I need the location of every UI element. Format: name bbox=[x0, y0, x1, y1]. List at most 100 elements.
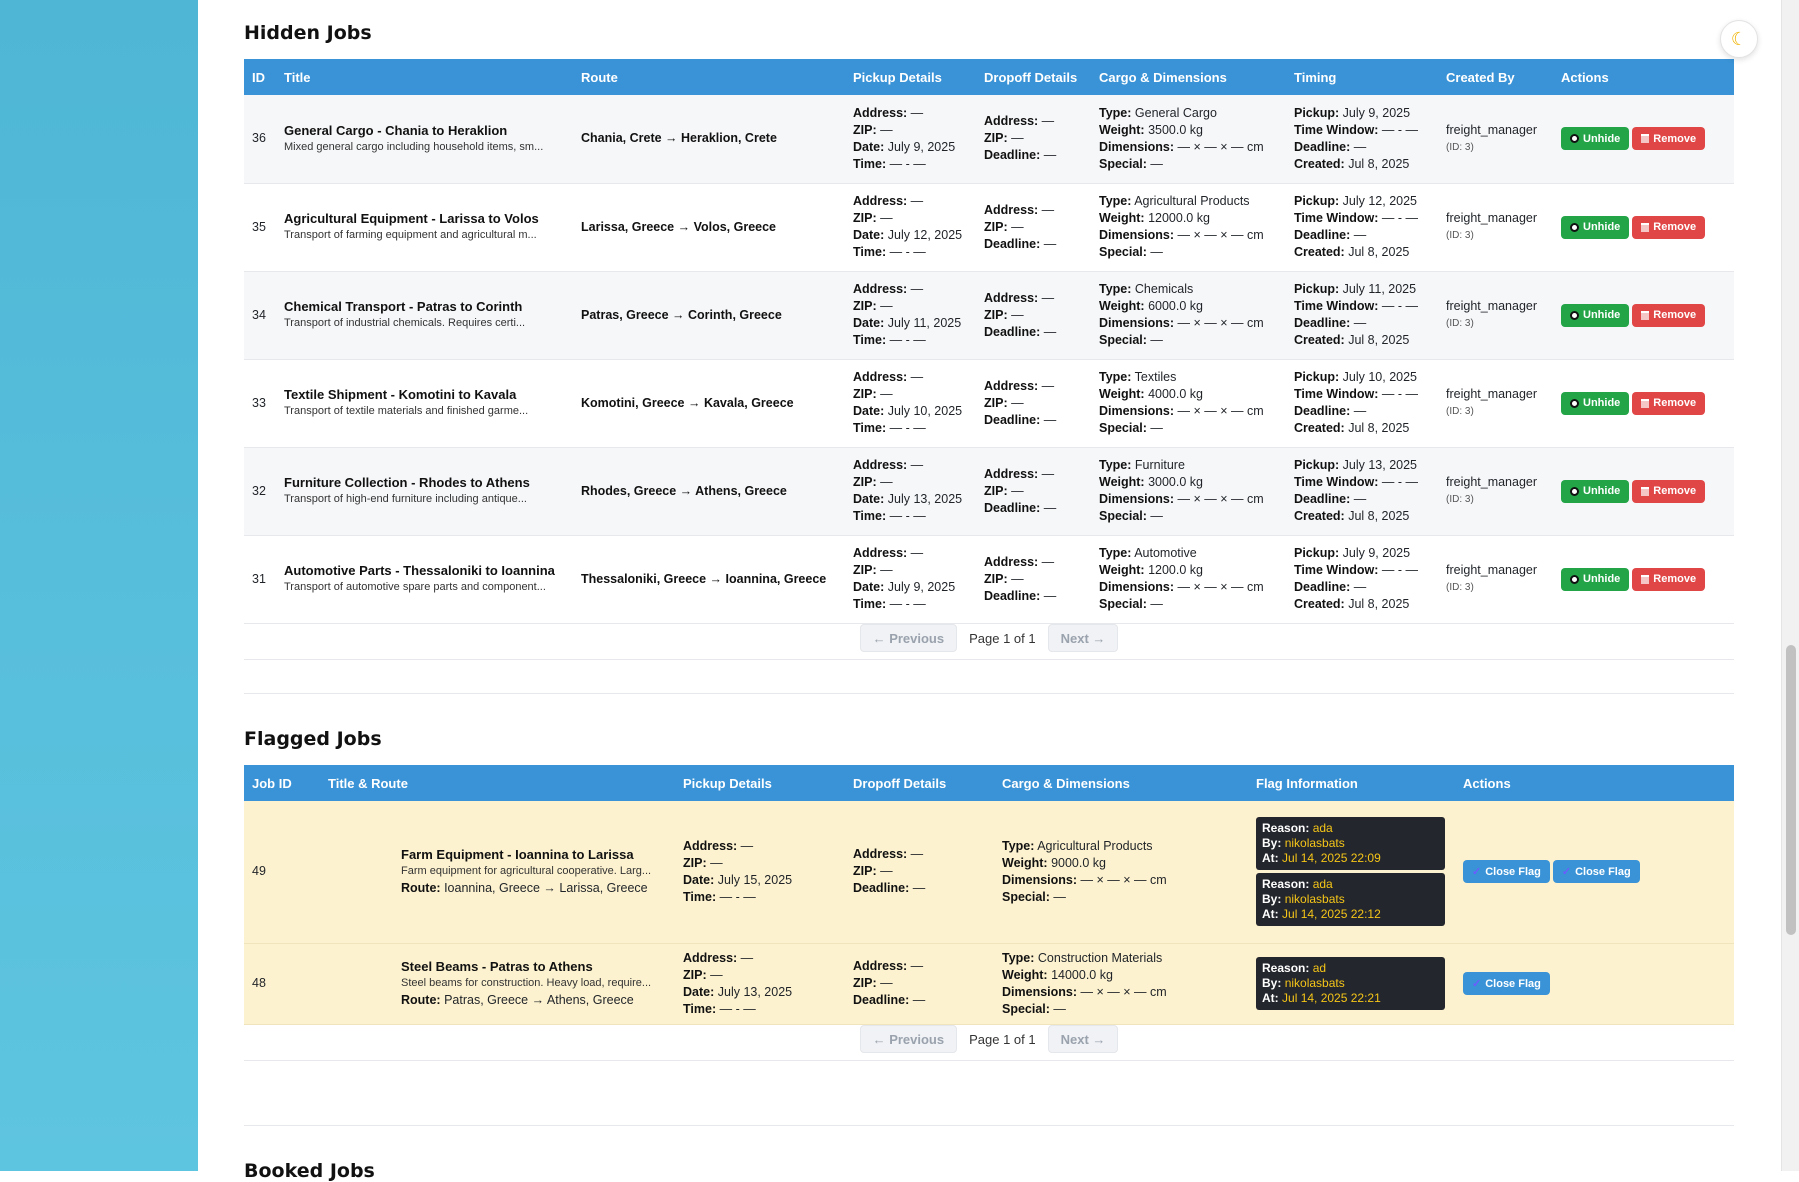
next-page-button[interactable]: Next → bbox=[1047, 624, 1119, 652]
cargo-dimensions-value: Dimensions: — × — × — cm bbox=[1002, 984, 1240, 1001]
pickup-address-label: Address: bbox=[853, 546, 908, 560]
pickup-zip-value: — bbox=[880, 299, 893, 313]
pickup-time-value: — - — bbox=[889, 421, 926, 435]
pickup-zip: ZIP: — bbox=[853, 562, 968, 579]
timing-created-label: Created: bbox=[1294, 156, 1345, 171]
next-page-button[interactable]: Next → bbox=[1047, 1025, 1119, 1053]
section-divider bbox=[244, 1125, 1734, 1126]
unhide-label: Unhide bbox=[1583, 221, 1621, 233]
cargo-special-value: — bbox=[1053, 889, 1066, 904]
pickup-address-value: — bbox=[910, 194, 924, 208]
flagged-jobs-pagination: ← Previous Page 1 of 1 Next → bbox=[244, 1025, 1734, 1061]
timing-window-label: Time Window: bbox=[1294, 387, 1379, 401]
unhide-button[interactable]: Unhide bbox=[1561, 303, 1630, 327]
timing-pickup: Pickup: July 9, 2025 bbox=[1294, 105, 1430, 122]
pickup-zip-value: — bbox=[880, 475, 893, 489]
flag-reason-value: ad bbox=[1312, 961, 1327, 975]
cargo-dimensions: Type: General Cargo Weight: 3500.0 kg Dime… bbox=[1091, 95, 1286, 183]
close-flag-button[interactable]: ✓ Close Flag bbox=[1552, 860, 1640, 884]
cargo-weight-label: Weight: bbox=[1002, 967, 1048, 982]
trash-icon bbox=[1641, 134, 1650, 144]
row-actions: Unhide Remove bbox=[1553, 183, 1734, 271]
pickup-address-value: — bbox=[910, 282, 924, 296]
timing-deadline-value: — bbox=[1353, 580, 1367, 594]
cargo-special-value: — bbox=[1150, 597, 1163, 611]
pickup-address: Address: — bbox=[853, 369, 968, 386]
dropoff-deadline-label: Deadline: bbox=[984, 500, 1041, 515]
check-icon: ✓ bbox=[1472, 866, 1482, 879]
row-actions: Unhide Remove bbox=[1553, 447, 1734, 535]
cargo-dimensions: Type: Agricultural Products Weight: 12000… bbox=[1091, 183, 1286, 271]
hidden-jobs-table: ID Title Route Pickup Details Dropoff Detail… bbox=[244, 59, 1734, 624]
timing-pickup-label: Pickup: bbox=[1294, 458, 1340, 472]
unhide-button[interactable]: Unhide bbox=[1561, 479, 1630, 503]
pickup-date-label: Date: bbox=[853, 580, 885, 594]
pickup-address-value: — bbox=[910, 458, 924, 472]
remove-button[interactable]: Remove bbox=[1632, 391, 1706, 415]
pickup-time-label: Time: bbox=[853, 597, 887, 611]
job-id: 31 bbox=[252, 571, 266, 586]
cargo-weight: Weight: 6000.0 kg bbox=[1099, 298, 1278, 315]
job-description: Steel beams for construction. Heavy load… bbox=[401, 977, 652, 989]
column-header: Actions bbox=[1553, 59, 1734, 95]
close-flag-button[interactable]: ✓ Close Flag bbox=[1463, 860, 1550, 884]
previous-page-button[interactable]: ← Previous bbox=[859, 624, 958, 652]
unhide-button[interactable]: Unhide bbox=[1561, 567, 1630, 591]
job-route-label: Route: bbox=[401, 881, 441, 896]
dropoff-deadline-value: — bbox=[912, 993, 926, 1007]
pickup-details: Address: — ZIP: — Date: July 13, 2025 Time:… bbox=[845, 447, 976, 535]
scrollbar-thumb[interactable] bbox=[1786, 645, 1796, 935]
previous-page-button[interactable]: ← Previous bbox=[859, 1025, 958, 1053]
remove-button[interactable]: Remove bbox=[1632, 215, 1706, 239]
row-actions: ✓ Close Flag bbox=[1455, 943, 1734, 1024]
job-route: Route: Ioannina, Greece → Larissa, Greec… bbox=[401, 880, 667, 897]
remove-button[interactable]: Remove bbox=[1632, 479, 1706, 503]
creator-name: freight_manager bbox=[1446, 211, 1538, 225]
remove-button[interactable]: Remove bbox=[1632, 303, 1706, 327]
pickup-date-value: July 15, 2025 bbox=[717, 872, 793, 887]
cargo-weight-label: Weight: bbox=[1099, 475, 1145, 489]
flag-at-label: At: bbox=[1262, 991, 1279, 1005]
unhide-button[interactable]: Unhide bbox=[1561, 127, 1630, 151]
job-title-cell: General Cargo - Chania to Heraklion Mixed… bbox=[276, 95, 573, 183]
hidden-jobs-title: Hidden Jobs bbox=[244, 22, 372, 44]
cargo-weight-value: 14000.0 kg bbox=[1051, 967, 1113, 982]
job-route: Route: Patras, Greece → Athens, Greece bbox=[401, 992, 667, 1009]
eye-icon bbox=[1570, 310, 1579, 320]
job-id: 34 bbox=[252, 307, 266, 322]
pickup-time: Time: — - — bbox=[683, 1001, 837, 1018]
pickup-date-value: July 12, 2025 bbox=[887, 228, 963, 242]
cargo-type: Type: Agricultural Products bbox=[1099, 193, 1278, 210]
remove-button[interactable]: Remove bbox=[1632, 567, 1706, 591]
moon-icon[interactable]: ☾ bbox=[1720, 20, 1758, 58]
timing-deadline: Deadline: — bbox=[1294, 227, 1430, 244]
unhide-button[interactable]: Unhide bbox=[1561, 391, 1630, 415]
pickup-date-label: Date: bbox=[853, 404, 885, 418]
dropoff-address-value: — bbox=[1041, 554, 1055, 569]
dropoff-details: Address: — ZIP: — Deadline: — bbox=[976, 183, 1091, 271]
column-header: Title bbox=[276, 59, 573, 95]
pickup-date-value: July 9, 2025 bbox=[887, 139, 956, 154]
dropoff-zip: ZIP: — bbox=[984, 483, 1083, 500]
unhide-button[interactable]: Unhide bbox=[1561, 215, 1630, 239]
flag-by-label: By: bbox=[1262, 836, 1282, 851]
remove-button[interactable]: Remove bbox=[1632, 127, 1706, 151]
dropoff-details: Address: — ZIP: — Deadline: — bbox=[845, 943, 994, 1024]
scrollbar[interactable] bbox=[1781, 0, 1799, 1171]
job-route: Thessaloniki, Greece → Ioannina, Greece bbox=[581, 571, 827, 586]
column-header: Created By bbox=[1438, 59, 1553, 95]
job-title-cell: Agricultural Equipment - Larissa to Volo… bbox=[276, 183, 573, 271]
close-flag-button[interactable]: ✓ Close Flag bbox=[1463, 972, 1550, 995]
pickup-zip: ZIP: — bbox=[853, 386, 968, 403]
cargo-special: Special: — bbox=[1099, 156, 1278, 173]
cargo-type-label: Type: bbox=[1099, 370, 1132, 384]
title-route-cell: Farm Equipment - Ioannina to Larissa Farm… bbox=[320, 801, 675, 943]
timing-window-value: — - — bbox=[1381, 211, 1418, 225]
cargo-dimensions-value-value: — × — × — cm bbox=[1177, 228, 1264, 242]
cargo-weight: Weight: 12000.0 kg bbox=[1099, 210, 1278, 227]
pickup-zip-label: ZIP: bbox=[853, 563, 877, 577]
cargo-type-value: Agricultural Products bbox=[1037, 838, 1153, 853]
dropoff-address-label: Address: bbox=[984, 554, 1039, 569]
cargo-special-value: — bbox=[1053, 1001, 1066, 1016]
pickup-time-value: — - — bbox=[719, 889, 756, 904]
